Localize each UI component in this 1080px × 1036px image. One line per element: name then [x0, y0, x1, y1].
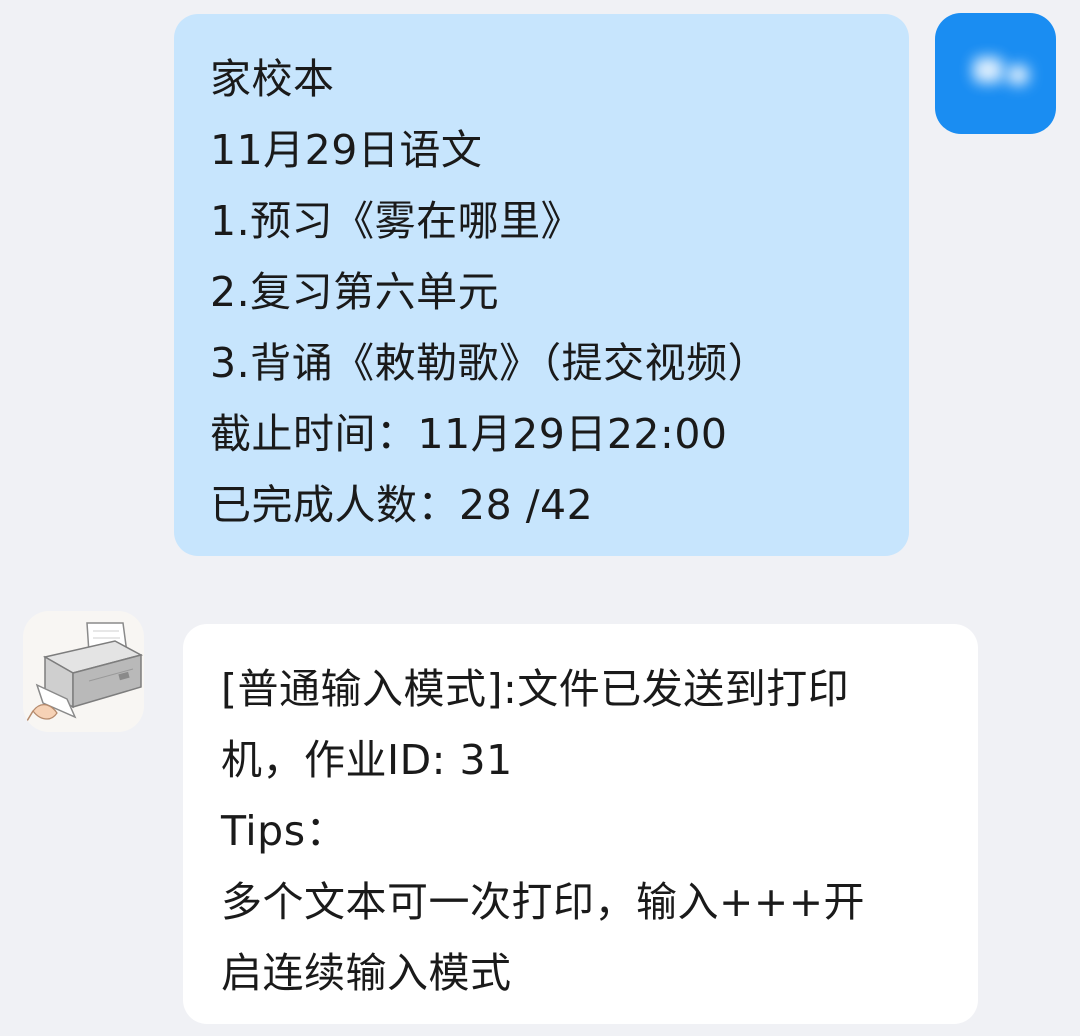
printer-icon	[26, 622, 144, 722]
printer-bot-avatar[interactable]	[23, 611, 144, 732]
message-line: [普通输入模式]:文件已发送到打印	[221, 665, 850, 713]
message-line: 已完成人数：28 /42	[210, 481, 594, 529]
self-avatar[interactable]	[935, 13, 1056, 134]
sent-message-bubble[interactable]: 家校本 11月29日语文 1.预习《雾在哪里》 2.复习第六单元 3.背诵《敕勒…	[174, 14, 909, 556]
avatar-blur	[973, 57, 1003, 83]
message-line: 1.预习《雾在哪里》	[210, 197, 583, 245]
avatar-blur	[1007, 65, 1029, 85]
message-line: 启连续输入模式	[221, 949, 512, 997]
message-line: 截止时间：11月29日22:00	[210, 410, 728, 458]
message-line: 11月29日语文	[210, 126, 483, 174]
message-line: 3.背诵《敕勒歌》（提交视频）	[210, 339, 770, 387]
message-line: 多个文本可一次打印，输入+++开	[221, 878, 866, 926]
received-message-bubble[interactable]: [普通输入模式]:文件已发送到打印 机，作业ID: 31 Tips： 多个文本可…	[183, 624, 978, 1024]
message-line: 2.复习第六单元	[210, 268, 500, 316]
message-line: 机，作业ID: 31	[221, 736, 513, 784]
message-line: Tips：	[221, 807, 348, 855]
message-line: 家校本	[210, 55, 335, 103]
